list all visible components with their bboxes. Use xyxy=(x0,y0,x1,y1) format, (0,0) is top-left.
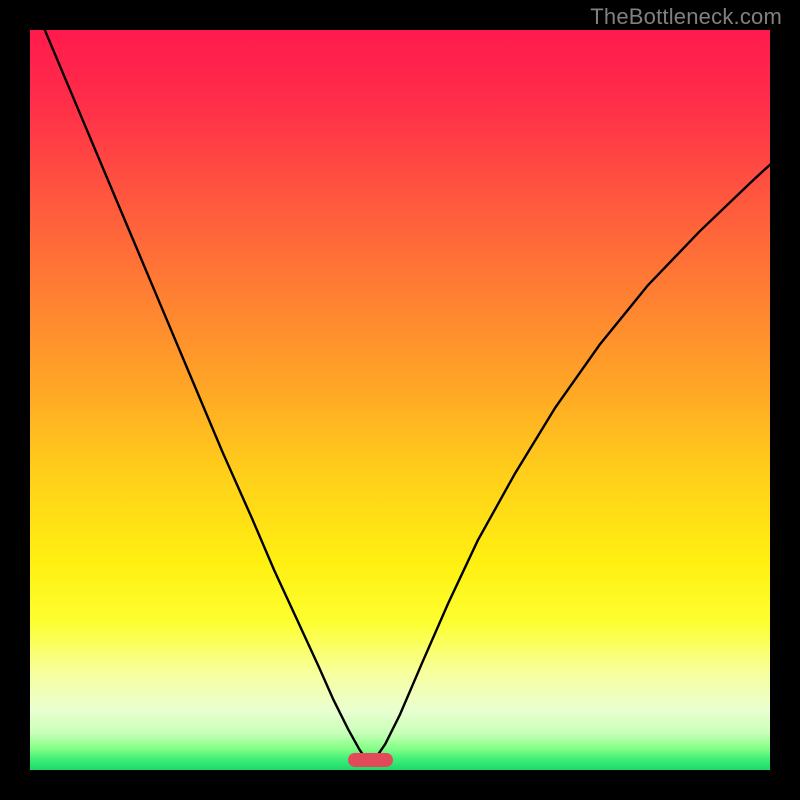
plot-area xyxy=(30,30,770,770)
curve-left-branch xyxy=(45,30,368,763)
watermark-text: TheBottleneck.com xyxy=(590,4,782,30)
curve-right-branch xyxy=(373,165,770,763)
bottleneck-curve xyxy=(30,30,770,770)
chart-frame: TheBottleneck.com xyxy=(0,0,800,800)
optimum-marker xyxy=(348,753,392,767)
